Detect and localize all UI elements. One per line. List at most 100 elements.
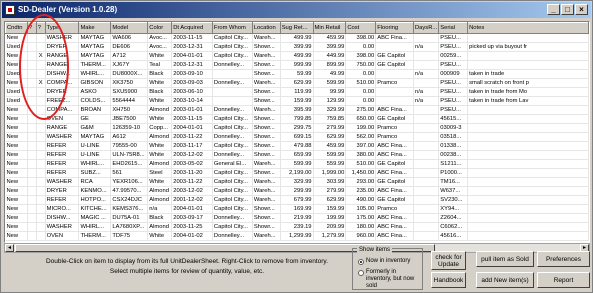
table-cell: WHIRL... (78, 222, 112, 232)
column-header[interactable]: Cndtn (5, 22, 28, 34)
radio-now-in-inventory[interactable]: Now in inventory (358, 258, 410, 265)
table-cell: Donnelley... (212, 105, 253, 115)
column-header[interactable]: ? (35, 22, 46, 34)
pull-item-as-sold-button[interactable]: pull item as Sold (476, 251, 534, 267)
column-header[interactable]: Serial (438, 22, 469, 34)
table-cell (36, 105, 46, 115)
table-row[interactable]: New REFER U-LINE 79555-00 White 2003-11-17 Cap… (5, 141, 589, 151)
preferences-button[interactable]: Preferences (537, 251, 590, 267)
column-header[interactable]: Make (78, 22, 112, 34)
table-cell: ABC Fina... (375, 33, 414, 43)
window-title: SD-Dealer (Version 1.0.28) (18, 5, 118, 14)
table-cell: 397.00 (345, 141, 377, 151)
table-row[interactable]: New RANGE THERM... XJ67Y Teal 2003-12-31 Donne… (5, 60, 589, 70)
table-row[interactable]: New MICRO... KITCHE... KEMS376... n/a 2004-01… (5, 204, 589, 214)
table-cell (27, 42, 37, 52)
table-cell: WASHER (45, 33, 80, 43)
column-header[interactable]: Type (44, 22, 80, 34)
table-row[interactable]: New OVEN THERM... TDF75 White 2004-01-02 Donne… (5, 231, 589, 241)
table-row[interactable]: New WASHER WHIRL... LA7680XP... Almond 2003-1… (5, 222, 589, 232)
table-cell: 105.00 (345, 204, 377, 214)
table-row[interactable]: New REFER WHIRL... EHD2615... Almond 2003-05-… (5, 159, 589, 169)
scroll-left-icon[interactable]: ◂ (5, 244, 14, 252)
table-cell: 209.99 (313, 222, 347, 232)
table-cell (27, 60, 37, 70)
table-row[interactable]: New X COMPA... GIBSON XK3750 White 2003-09-03 D… (5, 78, 589, 88)
table-cell (36, 159, 46, 169)
maximize-button[interactable]: □ (561, 4, 574, 15)
column-header[interactable]: Notes (467, 22, 589, 34)
column-header[interactable]: Min Retail (312, 22, 347, 34)
table-cell: Showr... (252, 168, 281, 178)
table-cell: 126359-10 (110, 123, 149, 133)
table-cell (27, 177, 37, 187)
table-cell: ABC Fina... (375, 222, 414, 232)
table-cell: Donnelley... (212, 231, 253, 241)
table-row[interactable]: Used DRYER MAYTAG DE606 Avoc... 2003-12-31 Cap… (5, 42, 589, 52)
table-row[interactable]: New DISHW... MAGIC ... DU75A-01 Black 2003-09… (5, 213, 589, 223)
table-cell: 750.00 (345, 60, 377, 70)
table-cell: 0.00 (345, 42, 377, 52)
close-button[interactable]: × (575, 4, 588, 15)
column-header[interactable]: Dt Acquired (171, 22, 213, 34)
table-row[interactable]: New COMPA... BROAN XH750 Almond 2003-01-01 Don… (5, 105, 589, 115)
table-cell (212, 69, 253, 79)
table-cell: Teal (147, 60, 173, 70)
table-row[interactable]: Used DISHW... WHIRL... DU8000X... Black 2003-… (5, 69, 589, 79)
table-cell: PSEU... (438, 96, 469, 106)
table-cell: 2003-11-22 (171, 177, 213, 187)
table-cell: White (147, 78, 173, 88)
table-cell (467, 51, 589, 61)
inventory-grid[interactable]: Cndtn?? Type Make Model Color Dt Acquired From… (4, 21, 590, 243)
table-row[interactable]: New RANGE G&M 126359-10 Copp... 2004-01-01 Cap… (5, 123, 589, 133)
table-cell: 398.00 (345, 51, 377, 61)
table-row[interactable]: New REFER HOTPO... CSX24DJC Almond 2001-12-02… (5, 195, 589, 205)
column-header[interactable]: Sug Ret... (279, 22, 314, 34)
column-header[interactable]: From Whom (211, 22, 253, 34)
table-row[interactable]: New REFER U-LINE ULN-75R8... White 2003-12-02… (5, 150, 589, 160)
column-header[interactable]: Location (251, 22, 281, 34)
table-cell: 2003-09-03 (171, 78, 213, 88)
column-header[interactable]: ? (26, 22, 37, 34)
table-cell (36, 204, 46, 214)
table-cell: C6062... (438, 222, 469, 232)
table-cell: XK3750 (110, 78, 149, 88)
column-header[interactable]: Color (147, 22, 173, 34)
app-icon (5, 5, 15, 15)
table-cell: Pramco (375, 204, 414, 214)
table-cell: Z2604... (438, 213, 469, 223)
column-header-row: Cndtn?? Type Make Model Color Dt Acquired From… (5, 22, 589, 34)
table-cell: ABC Fina... (375, 168, 414, 178)
table-cell: Donnelley... (212, 213, 253, 223)
table-row[interactable]: New DRYER KENMO... 47.99570... Almond 2003-12… (5, 186, 589, 196)
table-cell: PSEU... (438, 87, 469, 97)
title-bar[interactable]: SD-Dealer (Version 1.0.28) _ □ × (2, 2, 591, 18)
report-button[interactable]: Report (537, 272, 590, 288)
table-cell: 2004-01-02 (171, 231, 213, 241)
table-cell (467, 222, 589, 232)
table-row[interactable]: Used FREEZ... COLDS... 5564444 White 2003-10-… (5, 96, 589, 106)
table-cell: 219.99 (280, 213, 314, 223)
table-row[interactable]: New WASHER RCA YEXR106... White 2003-11-22 Cap… (5, 177, 589, 187)
minimize-button[interactable]: _ (547, 4, 560, 15)
table-row[interactable]: New OVEN GE JBE7500 White 2003-11-15 Capitol C… (5, 114, 589, 124)
table-cell: Wareh... (252, 51, 281, 61)
column-header[interactable]: Flooring (375, 22, 414, 34)
table-cell (27, 186, 37, 196)
handbook-button[interactable]: Handbook (431, 272, 466, 288)
table-row[interactable]: New REFER SUBZ... 561 Steel 2003-11-20 Capitol… (5, 168, 589, 178)
add-new-items-button[interactable]: add New item(s) (476, 272, 534, 288)
table-row[interactable]: New WASHER MAYTAG WA606 Avoc... 2003-11-15 Cap… (5, 33, 589, 43)
column-header[interactable]: Model (110, 22, 149, 34)
table-cell (375, 96, 414, 106)
radio-formerly-in-inventory[interactable]: Formerly in inventory, but now sold (358, 269, 420, 290)
table-cell: New (5, 222, 28, 232)
table-row[interactable]: Used DRYER ASKO SXU5900 Black 2003-06-10 Showr… (5, 87, 589, 97)
column-header[interactable]: Cost (345, 22, 377, 34)
check-for-update-button[interactable]: check for Update (431, 251, 466, 270)
table-row[interactable]: New X RANGE MAYTAG A712 White 2004-01-01 Capito… (5, 51, 589, 61)
table-cell: 629.99 (313, 132, 347, 142)
table-row[interactable]: New WASHER MAYTAG A612 Almond 2003-11-22 Donne… (5, 132, 589, 142)
table-cell: 2003-12-31 (171, 60, 213, 70)
column-header[interactable]: DaysR... (412, 22, 440, 34)
